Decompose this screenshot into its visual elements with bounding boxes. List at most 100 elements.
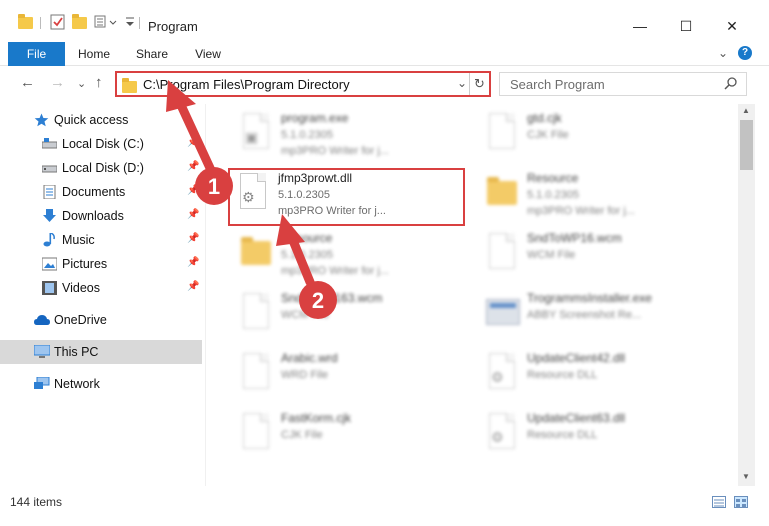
address-history-icon[interactable]: ⌄ [457, 76, 467, 90]
file-item[interactable]: Resource 5.1.0.2305 mp3PRO Writer for j.… [231, 228, 471, 286]
sidebar-item-local-disk-c[interactable]: Local Disk (C:) 📌 [0, 132, 202, 156]
vertical-scrollbar[interactable]: ▲ ▼ [738, 104, 755, 486]
pin-icon: 📌 [187, 161, 200, 172]
cloud-icon [34, 313, 50, 327]
folder-icon [18, 14, 34, 30]
star-icon [34, 113, 49, 127]
divider [139, 17, 140, 29]
sidebar-item-label: Downloads [62, 209, 124, 223]
details-view-icon[interactable] [712, 496, 726, 508]
large-icons-view-icon[interactable] [734, 496, 748, 508]
up-arrow-icon[interactable]: ↑ [95, 74, 103, 91]
sidebar-item-this-pc[interactable]: This PC [0, 340, 202, 364]
downloads-icon [42, 209, 57, 223]
sidebar-item-label: This PC [54, 345, 99, 359]
sidebar-item-documents[interactable]: Documents 📌 [0, 180, 202, 204]
folder-icon [237, 231, 271, 273]
document-icon [237, 291, 271, 333]
pin-icon: 📌 [187, 281, 200, 292]
forward-arrow-icon[interactable]: → [50, 74, 65, 91]
sidebar-item-music[interactable]: Music 📌 [0, 228, 202, 252]
tab-home[interactable]: Home [72, 42, 116, 66]
sidebar-item-label: OneDrive [54, 313, 107, 327]
close-button[interactable]: ✕ [709, 11, 755, 41]
sidebar-item-onedrive[interactable]: OneDrive [0, 308, 202, 332]
pin-icon: 📌 [187, 137, 200, 148]
sidebar-item-label: Local Disk (C:) [62, 137, 144, 151]
expand-ribbon-icon[interactable]: ⌄ [718, 46, 728, 60]
sidebar-item-label: Music [62, 233, 95, 247]
file-item[interactable]: ⚙ UpdateClient63.dll Resource DLL [477, 408, 717, 466]
file-item[interactable]: SndToWP16.wcm WCM File [477, 228, 717, 286]
scroll-down-icon[interactable]: ▼ [742, 472, 750, 481]
minimize-button[interactable]: — [617, 11, 663, 41]
file-item[interactable]: ⚙ UpdateClient42.dll Resource DLL [477, 348, 717, 406]
sidebar-item-videos[interactable]: Videos 📌 [0, 276, 202, 300]
recent-locations-icon[interactable]: ⌄ [77, 77, 86, 90]
sidebar-item-network[interactable]: Network [0, 372, 202, 396]
dll-gear-icon: ⚙ [483, 411, 517, 453]
tab-share[interactable]: Share [130, 42, 174, 66]
file-item[interactable]: SndToWP163.wcm WCM File [231, 288, 471, 346]
pin-icon: 📌 [187, 233, 200, 244]
drive-icon [41, 161, 58, 175]
address-bar[interactable]: C:\Program Files\Program Directory ⌄ ↻ [115, 71, 491, 97]
chevron-down-icon[interactable] [124, 14, 140, 30]
pictures-icon [41, 257, 58, 271]
customize-toolbar-icon[interactable] [94, 14, 117, 30]
file-item[interactable]: TrogrammsInstaller.exe ABBY Screenshot R… [477, 288, 717, 346]
pin-icon: 📌 [187, 209, 200, 220]
document-icon [483, 231, 517, 273]
sidebar-item-quick-access[interactable]: Quick access [0, 108, 202, 132]
file-item[interactable]: Resource 5.1.0.2305 mp3PRO Writer for j.… [477, 168, 717, 226]
sidebar-item-local-disk-d[interactable]: Local Disk (D:) 📌 [0, 156, 202, 180]
sidebar-item-label: Network [54, 377, 100, 391]
sidebar-item-pictures[interactable]: Pictures 📌 [0, 252, 202, 276]
computer-icon [33, 344, 51, 359]
maximize-button[interactable]: ☐ [663, 11, 709, 41]
refresh-icon[interactable]: ↻ [469, 73, 489, 95]
address-path: C:\Program Files\Program Directory [143, 77, 350, 92]
videos-icon [42, 281, 57, 295]
search-placeholder: Search Program [510, 77, 605, 92]
file-list: ▣ program.exe 5.1.0.2305 mp3PRO Writer f… [207, 104, 737, 486]
exe-icon: ▣ [237, 111, 271, 153]
folder-icon [483, 171, 517, 213]
window-title: Program [148, 19, 198, 34]
document-icon [237, 351, 271, 393]
item-count: 144 items [10, 495, 63, 509]
folder-icon [122, 78, 137, 93]
documents-icon [42, 184, 57, 200]
file-item[interactable]: Arabic.wrd WRD File [231, 348, 471, 406]
back-arrow-icon[interactable]: ← [20, 74, 35, 91]
help-icon[interactable]: ? [738, 46, 752, 60]
sidebar-item-downloads[interactable]: Downloads 📌 [0, 204, 202, 228]
sidebar-item-label: Pictures [62, 257, 108, 271]
scroll-up-icon[interactable]: ▲ [742, 106, 750, 115]
file-item[interactable]: FastKorm.cjk CJK File [231, 408, 471, 466]
properties-check-icon[interactable] [50, 14, 66, 30]
document-icon [483, 111, 517, 153]
file-item[interactable]: ▣ program.exe 5.1.0.2305 mp3PRO Writer f… [231, 108, 471, 166]
navigation-bar: ← → ⌄ ↑ C:\Program Files\Program Directo… [0, 68, 769, 100]
new-folder-icon[interactable] [72, 14, 88, 30]
sidebar-item-label: Local Disk (D:) [62, 161, 144, 175]
pin-icon: 📌 [187, 257, 200, 268]
pin-icon: 📌 [187, 185, 200, 196]
file-item[interactable]: gtd.cjk CJK File [477, 108, 717, 166]
document-icon [237, 411, 271, 453]
sidebar-item-label: Quick access [54, 113, 129, 127]
highlight-box [228, 168, 465, 226]
network-icon [34, 376, 50, 391]
installer-icon [483, 291, 520, 333]
scroll-thumb[interactable] [740, 120, 753, 170]
ribbon: File Home Share View ⌄ [0, 42, 769, 66]
title-bar: Program — ☐ ✕ [0, 0, 769, 40]
tab-file[interactable]: File [8, 42, 65, 66]
navigation-pane: Quick access Local Disk (C:) 📌 Local Dis… [0, 104, 206, 486]
sidebar-item-label: Videos [62, 281, 100, 295]
sidebar-item-label: Documents [62, 185, 126, 199]
tab-view[interactable]: View [188, 42, 228, 66]
music-icon [42, 232, 57, 247]
search-input[interactable]: Search Program [499, 72, 747, 96]
